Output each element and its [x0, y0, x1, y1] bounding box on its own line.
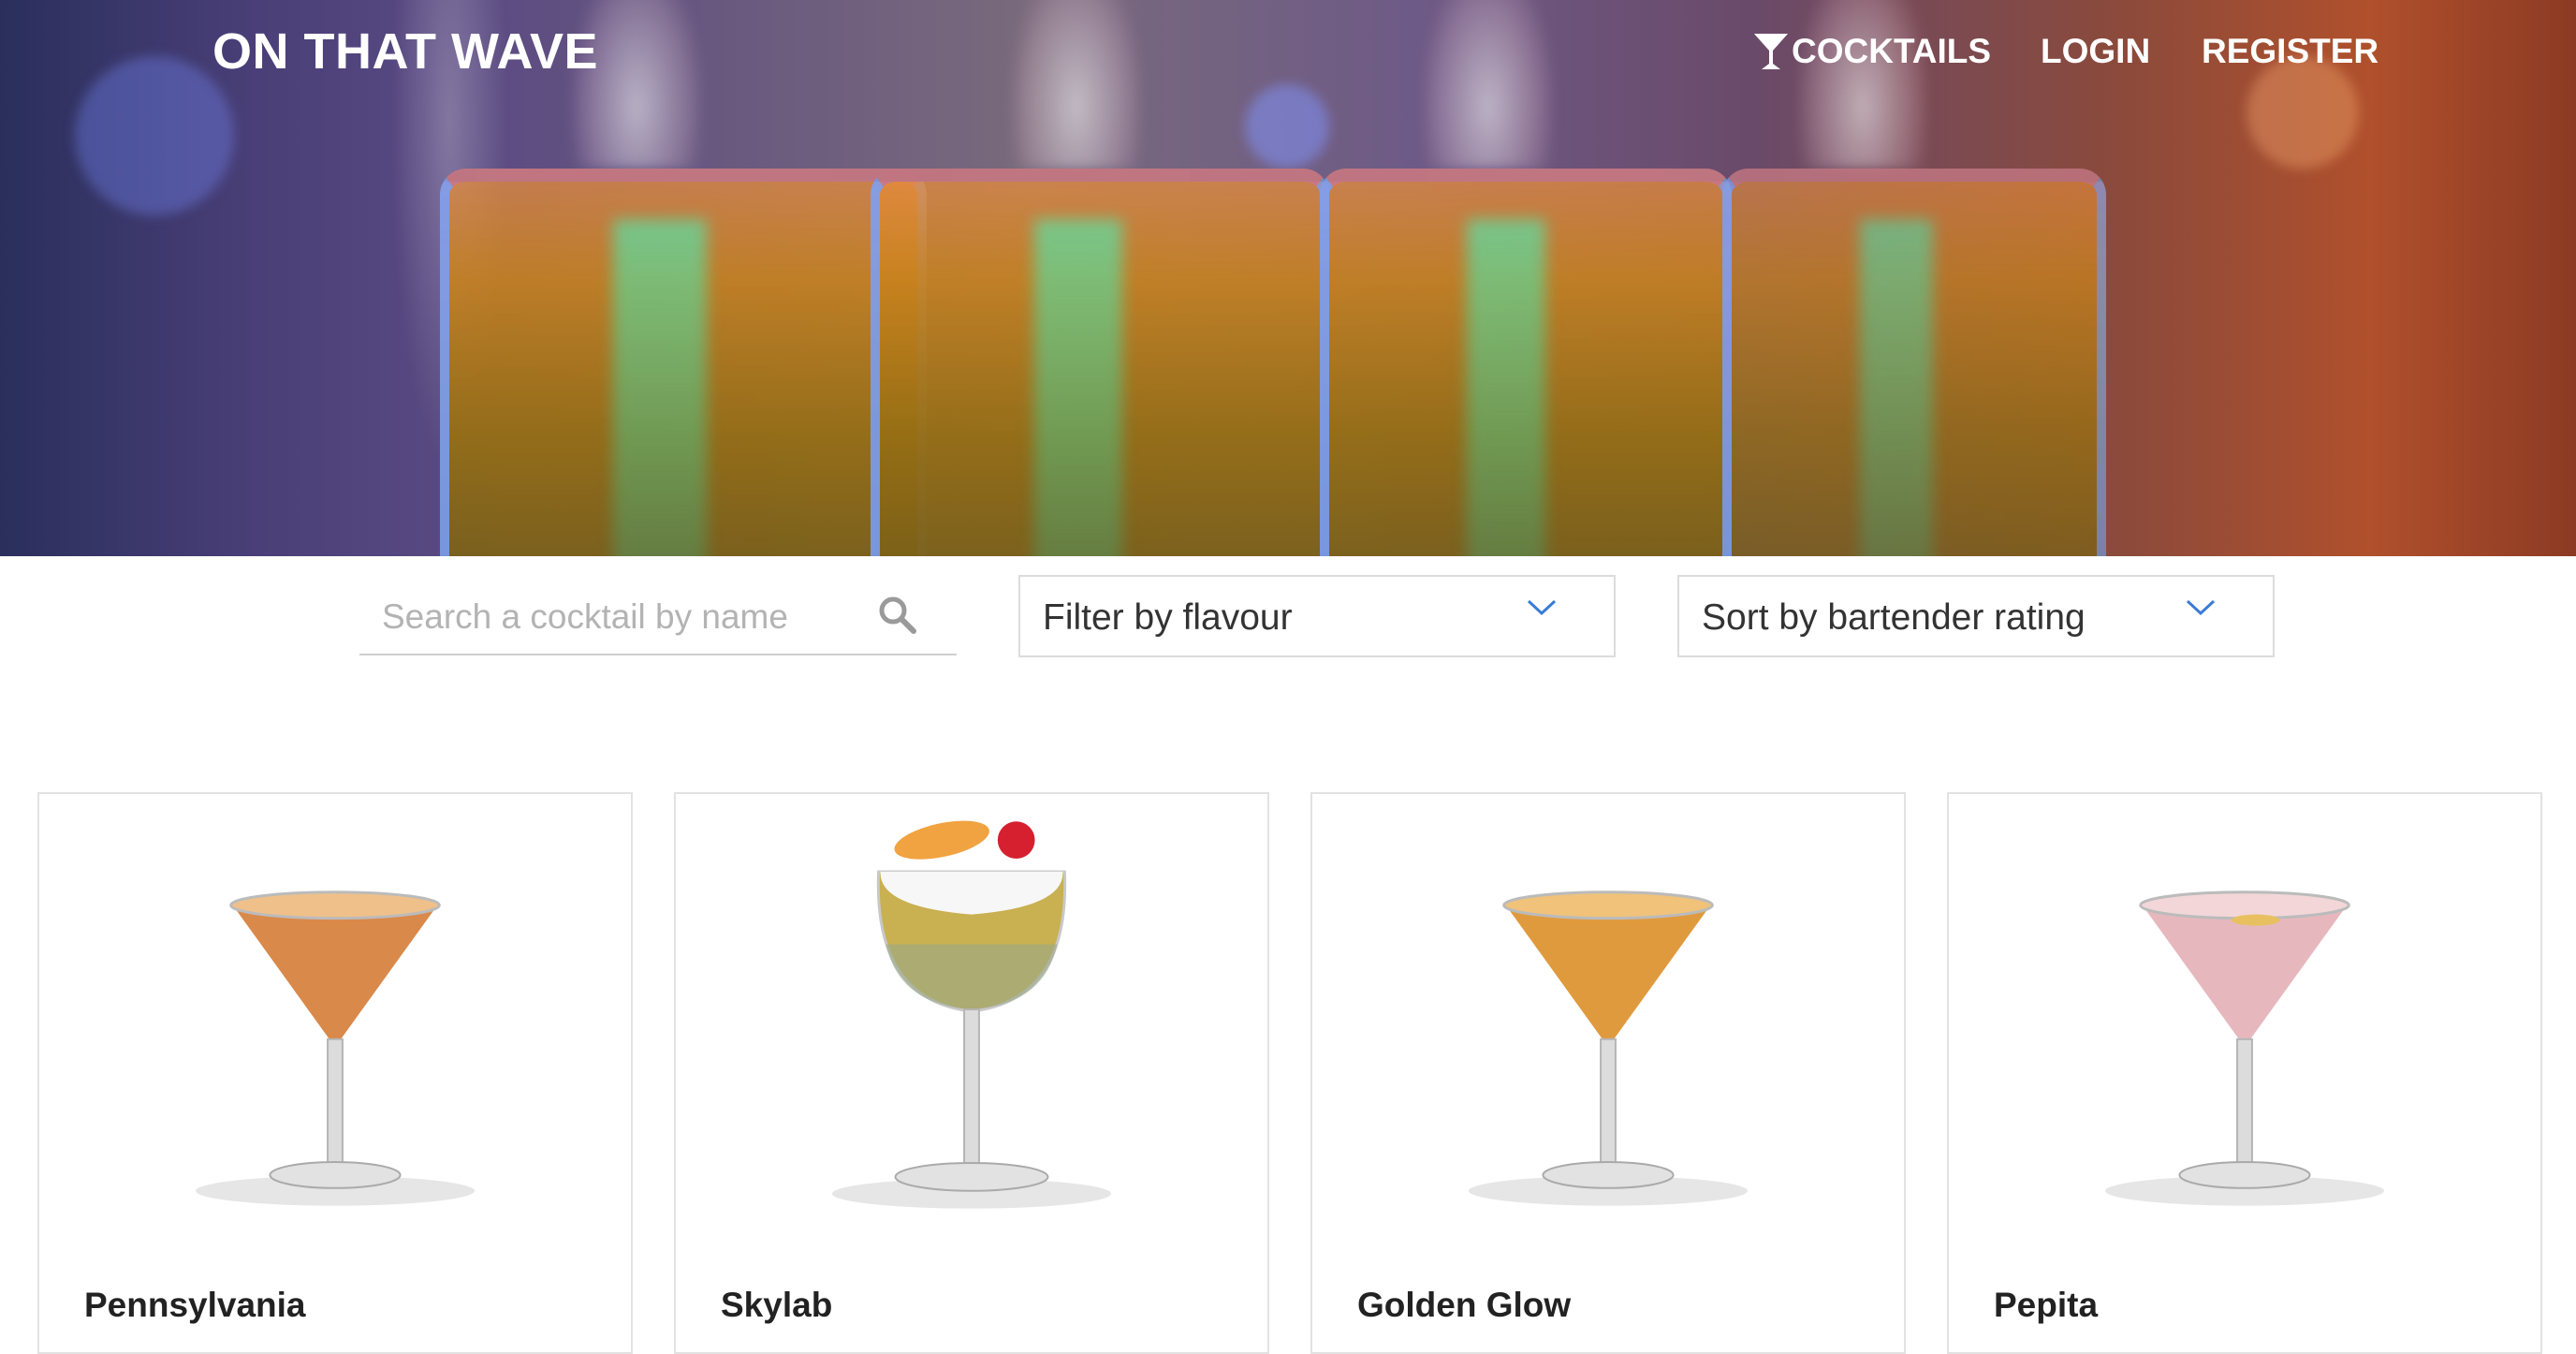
nav-cocktails-label: COCKTAILS	[1792, 32, 1992, 70]
cocktail-image	[195, 890, 476, 1206]
cocktail-image	[2104, 890, 2385, 1206]
sort-select[interactable]: Sort by bartender rating	[1677, 575, 2275, 657]
cocktail-icon	[1754, 34, 1788, 69]
cocktail-name: Pennsylvania	[84, 1286, 306, 1324]
cocktail-name: Pepita	[1994, 1286, 2099, 1324]
sort-label: Sort by bartender rating	[1702, 597, 2086, 638]
search-box	[359, 573, 957, 655]
shot-glass	[440, 169, 927, 556]
cocktail-card[interactable]: Golden Glow	[1310, 792, 1906, 1354]
nav-register[interactable]: REGISTER	[2202, 32, 2378, 71]
chevron-down-icon	[1527, 599, 1557, 616]
cocktail-card[interactable]: Pepita	[1947, 792, 2542, 1354]
hero-banner: ON THAT WAVE COCKTAILS LOGIN REGISTER	[0, 0, 2576, 556]
nav-login[interactable]: LOGIN	[2041, 32, 2150, 71]
search-icon[interactable]	[876, 594, 919, 637]
flavour-filter-select[interactable]: Filter by flavour	[1018, 575, 1616, 657]
shot-glass	[1722, 169, 2106, 556]
bokeh-light	[1245, 84, 1329, 169]
cocktail-name: Skylab	[721, 1286, 833, 1324]
nav-cocktails[interactable]: COCKTAILS	[1752, 32, 1991, 71]
cocktail-name: Golden Glow	[1357, 1286, 1572, 1324]
chevron-down-icon	[2186, 599, 2216, 616]
flame	[1423, 0, 1554, 169]
bokeh-light	[75, 56, 234, 215]
flame	[1011, 0, 1142, 169]
cocktail-image	[1468, 890, 1749, 1206]
cocktail-card[interactable]: Pennsylvania	[37, 792, 633, 1354]
shot-glass	[1320, 169, 1732, 556]
main-nav: COCKTAILS LOGIN REGISTER	[0, 32, 2576, 79]
flavour-filter-label: Filter by flavour	[1043, 597, 1293, 638]
search-input[interactable]	[380, 594, 871, 640]
flame	[1797, 0, 1928, 169]
cocktail-card[interactable]: Skylab	[674, 792, 1269, 1354]
shot-glass	[871, 169, 1329, 556]
cocktail-image	[831, 820, 1112, 1209]
